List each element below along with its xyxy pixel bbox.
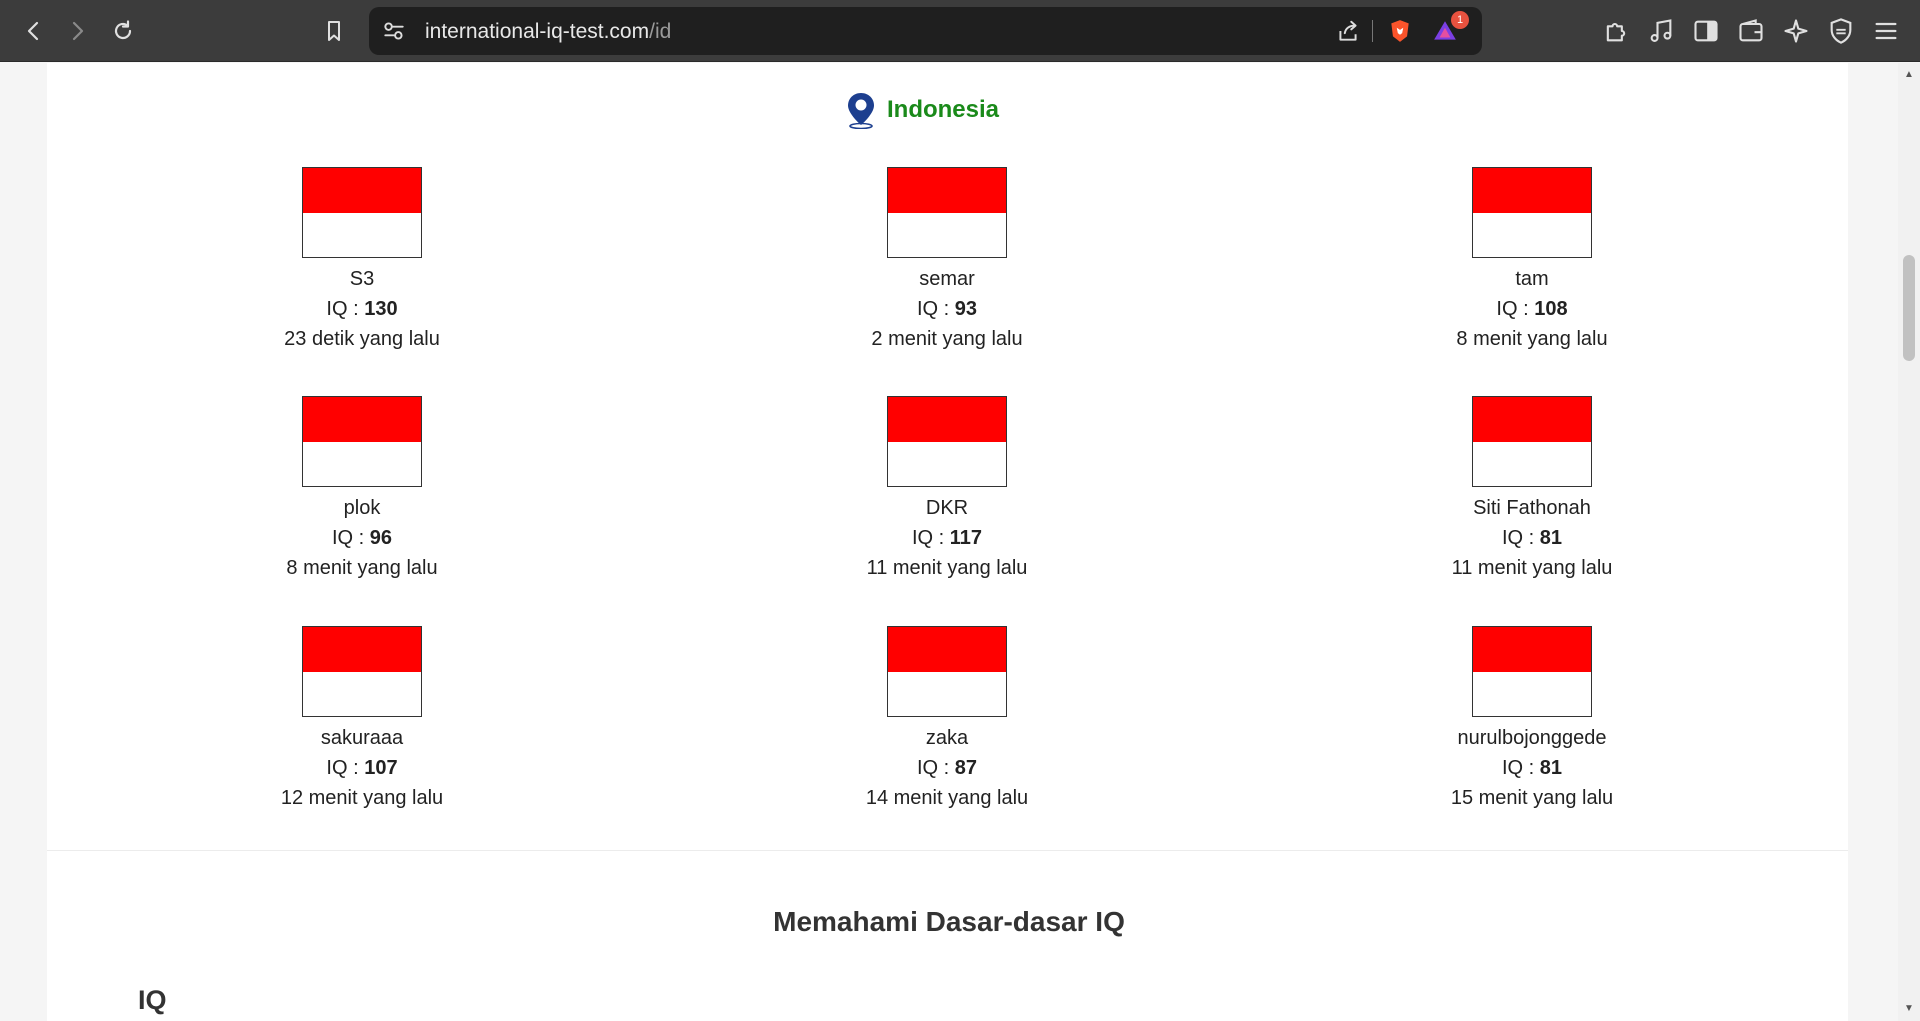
user-name: sakuraaa: [320, 727, 404, 749]
bookmark-icon: [328, 21, 340, 41]
bookmark-button[interactable]: [317, 14, 351, 48]
browser-toolbar: international-iq-test.com/id 1: [0, 0, 1920, 62]
list-item: Siti Fathonah IQ : 81 11 menit yang lalu: [1382, 396, 1682, 583]
notification-badge: 1: [1451, 11, 1469, 29]
vpn-shield-icon[interactable]: [1827, 17, 1855, 45]
iq-score: IQ : 87: [916, 757, 978, 779]
timestamp: 11 menit yang lalu: [866, 557, 1028, 579]
timestamp: 8 menit yang lalu: [1456, 328, 1608, 350]
timestamp: 14 menit yang lalu: [865, 787, 1029, 809]
page-viewport: Indonesia S3 IQ : 130 23 detik yang lalu…: [0, 63, 1898, 1021]
list-item: zaka IQ : 87 14 menit yang lalu: [797, 626, 1097, 813]
iq-score: IQ : 108: [1496, 298, 1568, 320]
user-name: nurulbojonggede: [1457, 727, 1607, 749]
menu-icon[interactable]: [1872, 17, 1900, 45]
flag-image: [302, 396, 422, 487]
list-item: semar IQ : 93 2 menit yang lalu: [797, 167, 1097, 354]
extensions-icon[interactable]: [1602, 17, 1630, 45]
flag-image: [887, 626, 1007, 717]
country-heading: Indonesia: [845, 91, 999, 129]
country-label: Indonesia: [887, 96, 1000, 123]
scroll-thumb[interactable]: [1903, 255, 1915, 361]
timestamp: 11 menit yang lalu: [1451, 557, 1613, 579]
iq-score: IQ : 81: [1501, 527, 1563, 549]
reload-icon: [114, 20, 132, 40]
timestamp: 2 menit yang lalu: [871, 328, 1023, 350]
user-name: zaka: [925, 727, 969, 749]
flag-image: [1472, 626, 1592, 717]
sidebar-icon[interactable]: [1692, 17, 1720, 45]
wallet-icon[interactable]: [1737, 17, 1765, 45]
address-bar[interactable]: international-iq-test.com/id 1: [369, 7, 1482, 55]
user-name: plok: [343, 497, 381, 519]
share-icon[interactable]: [1335, 18, 1361, 44]
section-divider: [47, 850, 1848, 851]
url-path: /id: [649, 20, 672, 43]
section-subtitle: IQ: [138, 985, 167, 1015]
url-host: international-iq-test.com: [425, 20, 650, 43]
music-icon[interactable]: [1647, 17, 1675, 45]
timestamp: 8 menit yang lalu: [286, 557, 438, 579]
flag-image: [1472, 167, 1592, 258]
user-name: DKR: [925, 497, 969, 519]
leo-ai-icon[interactable]: [1782, 17, 1810, 45]
url-separator: [1372, 20, 1373, 42]
user-name: semar: [919, 268, 975, 290]
reload-button[interactable]: [106, 14, 140, 48]
flag-image: [302, 167, 422, 258]
iq-score: IQ : 93: [916, 298, 978, 320]
list-item: tam IQ : 108 8 menit yang lalu: [1382, 167, 1682, 354]
timestamp: 15 menit yang lalu: [1450, 787, 1614, 809]
list-item: plok IQ : 96 8 menit yang lalu: [212, 396, 512, 583]
timestamp: 12 menit yang lalu: [280, 787, 444, 809]
list-item: nurulbojonggede IQ : 81 15 menit yang la…: [1382, 626, 1682, 813]
list-item: S3 IQ : 130 23 detik yang lalu: [212, 167, 512, 354]
flag-image: [1472, 396, 1592, 487]
flag-image: [302, 626, 422, 717]
back-button[interactable]: [17, 14, 51, 48]
page-scrollbar[interactable]: ▲ ▼: [1898, 63, 1920, 1021]
user-name: Siti Fathonah: [1473, 497, 1591, 519]
forward-button[interactable]: [60, 14, 94, 48]
timestamp: 23 detik yang lalu: [284, 328, 440, 350]
flag-image: [887, 167, 1007, 258]
iq-score: IQ : 81: [1501, 757, 1563, 779]
chevron-right-icon: [72, 21, 84, 41]
url-text[interactable]: international-iq-test.com/id: [425, 20, 671, 44]
brave-shields-icon[interactable]: [1387, 18, 1413, 44]
site-settings-icon[interactable]: [381, 18, 407, 44]
scroll-up-arrow[interactable]: ▲: [1903, 69, 1915, 81]
iq-score: IQ : 96: [331, 527, 393, 549]
section-title: Memahami Dasar-dasar IQ: [773, 906, 1125, 937]
iq-score: IQ : 107: [326, 757, 398, 779]
map-pin-icon: [848, 93, 874, 129]
user-name: S3: [349, 268, 375, 290]
iq-score: IQ : 117: [911, 527, 983, 549]
list-item: DKR IQ : 117 11 menit yang lalu: [797, 396, 1097, 583]
scroll-down-arrow[interactable]: ▼: [1903, 1003, 1915, 1015]
flag-image: [887, 396, 1007, 487]
user-name: tam: [1515, 268, 1549, 290]
chevron-left-icon: [27, 21, 39, 41]
list-item: sakuraaa IQ : 107 12 menit yang lalu: [212, 626, 512, 813]
iq-score: IQ : 130: [326, 298, 398, 320]
